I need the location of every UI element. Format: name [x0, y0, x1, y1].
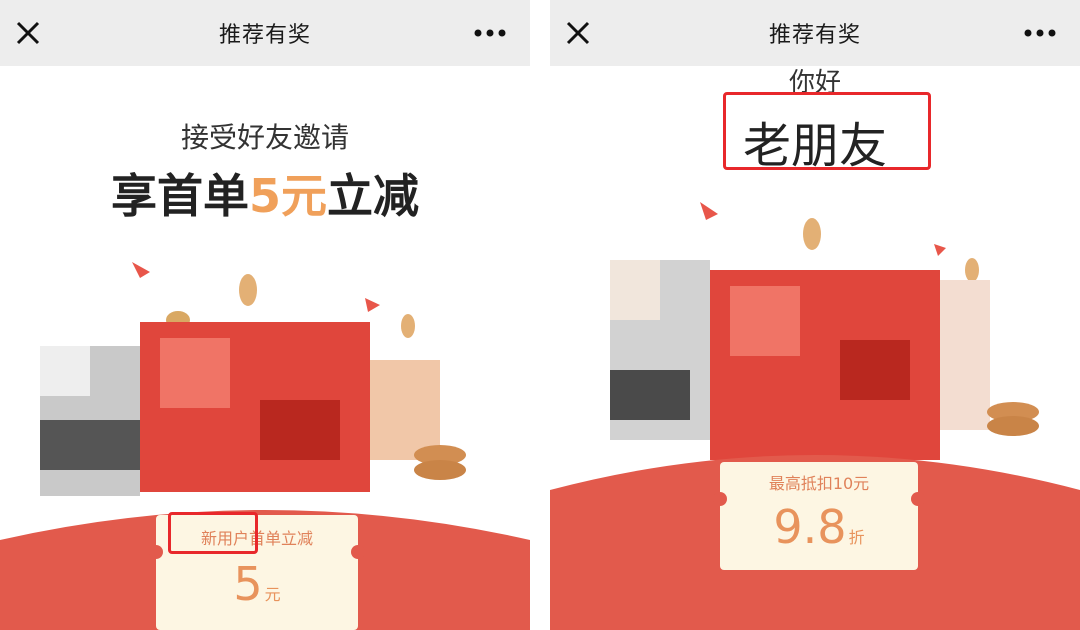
- nav-title: 推荐有奖: [218, 23, 311, 48]
- highlight-box: [723, 92, 931, 170]
- headline-suffix: 立减: [327, 169, 419, 223]
- more-icon[interactable]: [470, 20, 510, 46]
- panel-divider: [530, 0, 550, 630]
- headline-prefix: 享首单: [110, 169, 249, 223]
- ticket-value-number: 9.8: [773, 500, 847, 554]
- navbar: 推荐有奖: [0, 0, 530, 66]
- navbar: 推荐有奖: [550, 0, 1080, 66]
- ticket-label: 最高抵扣10元: [768, 474, 870, 493]
- left-screen: 推荐有奖 接受好友邀请 享首单5元立减 新用户首单立减 5元: [0, 0, 530, 630]
- coupon-ticket: 最高抵扣10元 9.8 折: [713, 462, 925, 570]
- ticket-value-unit: 元: [264, 585, 281, 604]
- ticket-value: 5元: [156, 557, 358, 611]
- headline-amount: 5元: [248, 169, 327, 223]
- ticket-value-unit: 折: [848, 528, 865, 547]
- headline: 享首单5元立减: [0, 160, 530, 226]
- close-icon[interactable]: [12, 17, 44, 49]
- highlight-box: [168, 512, 258, 554]
- ticket-value: 9.8 折: [720, 500, 918, 554]
- invite-subtitle: 接受好友邀请: [180, 121, 349, 154]
- close-icon[interactable]: [562, 17, 594, 49]
- ticket-value-number: 5: [233, 557, 263, 611]
- nav-title: 推荐有奖: [768, 23, 861, 48]
- right-screen: 推荐有奖 你好 老朋友 最高抵扣10元 9.8 折: [550, 0, 1080, 630]
- more-icon[interactable]: [1020, 20, 1060, 46]
